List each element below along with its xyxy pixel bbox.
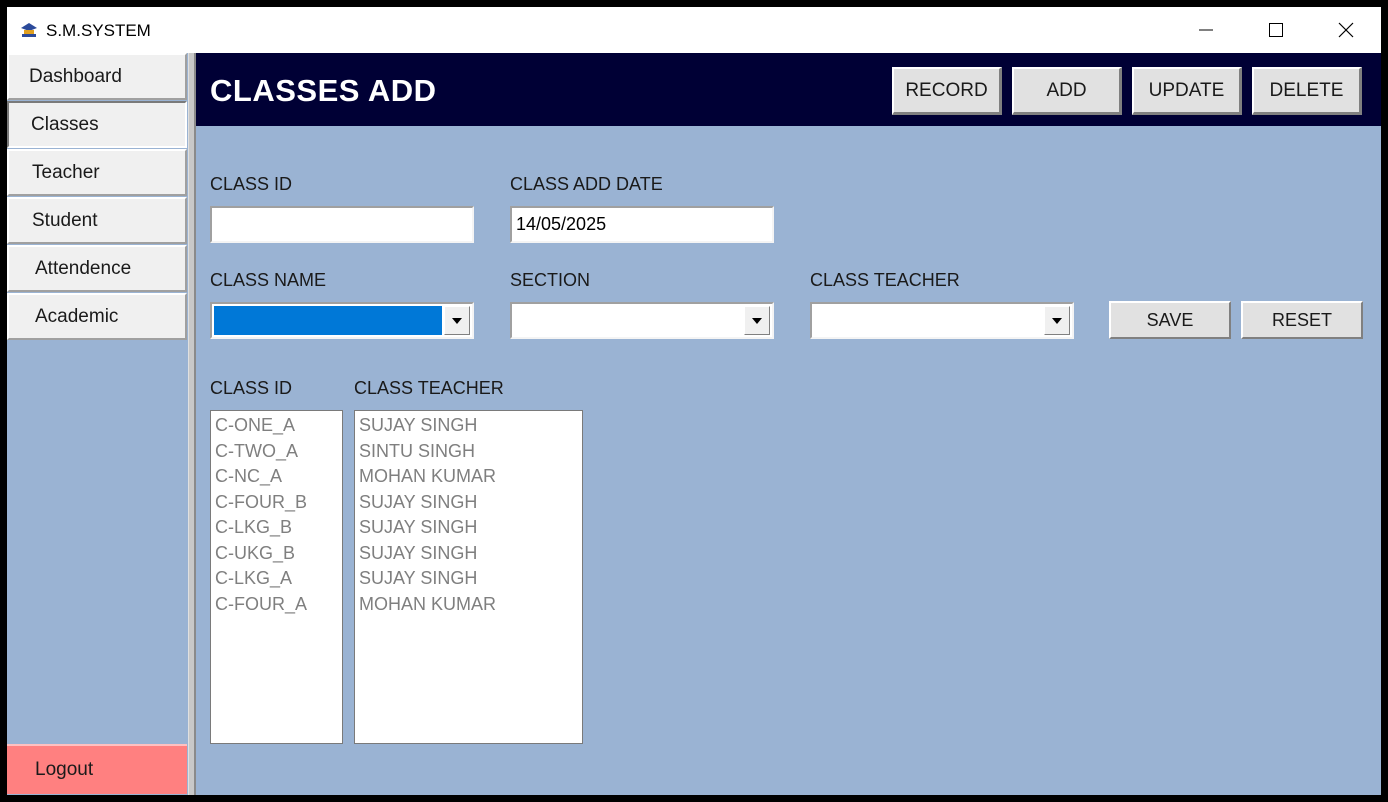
chevron-down-icon xyxy=(452,317,462,324)
sidebar-item-academic[interactable]: Academic xyxy=(7,293,187,340)
list-item[interactable]: SUJAY SINGH xyxy=(359,490,578,516)
class-name-select[interactable] xyxy=(210,302,474,339)
list-item[interactable]: C-LKG_B xyxy=(215,515,338,541)
window-title: S.M.SYSTEM xyxy=(46,21,151,40)
main-content: CLASSES ADD RECORD ADD UPDATE DELETE CLA… xyxy=(196,53,1381,795)
section-label: SECTION xyxy=(510,270,591,290)
list-item[interactable]: MOHAN KUMAR xyxy=(359,464,578,490)
chevron-down-icon xyxy=(752,317,762,324)
list-item[interactable]: C-TWO_A xyxy=(215,439,338,465)
page-header: CLASSES ADD RECORD ADD UPDATE DELETE xyxy=(196,53,1381,126)
update-button[interactable]: UPDATE xyxy=(1132,67,1242,115)
sidebar-item-teacher[interactable]: Teacher xyxy=(7,149,187,196)
sidebar-item-attendence[interactable]: Attendence xyxy=(7,245,187,292)
list-item[interactable]: C-NC_A xyxy=(215,464,338,490)
class-add-date-label: CLASS ADD DATE xyxy=(510,174,663,194)
app-logo-icon xyxy=(19,21,39,39)
title-bar[interactable]: S.M.SYSTEM xyxy=(7,7,1381,53)
list-item[interactable]: C-UKG_B xyxy=(215,541,338,567)
list-item[interactable]: C-FOUR_A xyxy=(215,592,338,618)
section-dropdown-button[interactable] xyxy=(744,306,770,335)
class-teacher-select[interactable] xyxy=(810,302,1074,339)
page-title: CLASSES ADD xyxy=(210,73,437,108)
sidebar-item-dashboard[interactable]: Dashboard xyxy=(7,53,187,100)
sidebar-divider[interactable] xyxy=(188,53,196,795)
minimize-icon xyxy=(1199,29,1213,31)
list-item[interactable]: C-FOUR_B xyxy=(215,490,338,516)
record-button[interactable]: RECORD xyxy=(892,67,1002,115)
reset-button[interactable]: RESET xyxy=(1241,301,1363,339)
logout-button[interactable]: Logout xyxy=(7,744,187,794)
class-id-list-header: CLASS ID xyxy=(210,378,293,398)
class-teacher-value xyxy=(814,306,1042,335)
chevron-down-icon xyxy=(1052,317,1062,324)
list-item[interactable]: C-LKG_A xyxy=(215,566,338,592)
section-value xyxy=(514,306,742,335)
class-id-label: CLASS ID xyxy=(210,174,293,194)
list-item[interactable]: SUJAY SINGH xyxy=(359,413,578,439)
class-add-date-input[interactable] xyxy=(510,206,774,243)
sidebar-item-classes[interactable]: Classes xyxy=(7,101,187,148)
delete-button[interactable]: DELETE xyxy=(1252,67,1362,115)
class-teacher-label: CLASS TEACHER xyxy=(810,270,960,290)
save-button[interactable]: SAVE xyxy=(1109,301,1231,339)
list-item[interactable]: C-ONE_A xyxy=(215,413,338,439)
sidebar-item-student[interactable]: Student xyxy=(7,197,187,244)
class-name-dropdown-button[interactable] xyxy=(444,306,470,335)
list-item[interactable]: SUJAY SINGH xyxy=(359,566,578,592)
list-item[interactable]: MOHAN KUMAR xyxy=(359,592,578,618)
add-button[interactable]: ADD xyxy=(1012,67,1122,115)
close-button[interactable] xyxy=(1311,7,1381,53)
class-name-value xyxy=(214,306,442,335)
close-icon xyxy=(1338,22,1354,38)
app-window: S.M.SYSTEM Dashboard Classes Teacher Stu… xyxy=(7,7,1381,795)
class-id-input[interactable] xyxy=(210,206,474,243)
class-teacher-listbox[interactable]: SUJAY SINGH SINTU SINGH MOHAN KUMAR SUJAY S… xyxy=(354,410,583,744)
section-select[interactable] xyxy=(510,302,774,339)
sidebar: Dashboard Classes Teacher Student Attend… xyxy=(7,53,188,795)
class-name-label: CLASS NAME xyxy=(210,270,327,290)
maximize-button[interactable] xyxy=(1241,7,1311,53)
list-item[interactable]: SINTU SINGH xyxy=(359,439,578,465)
class-id-listbox[interactable]: C-ONE_A C-TWO_A C-NC_A C-FOUR_B C-LKG_B C-UKG… xyxy=(210,410,343,744)
class-teacher-dropdown-button[interactable] xyxy=(1044,306,1070,335)
class-teacher-list-header: CLASS TEACHER xyxy=(354,378,504,398)
maximize-icon xyxy=(1269,23,1283,37)
minimize-button[interactable] xyxy=(1171,7,1241,53)
list-item[interactable]: SUJAY SINGH xyxy=(359,541,578,567)
list-item[interactable]: SUJAY SINGH xyxy=(359,515,578,541)
